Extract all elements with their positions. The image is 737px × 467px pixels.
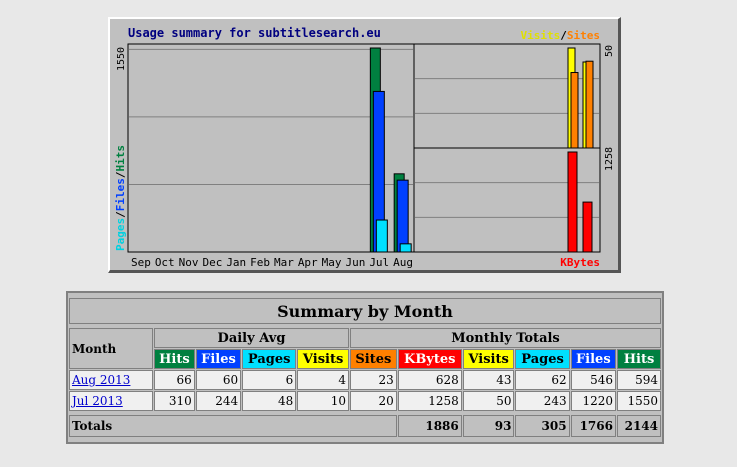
legend-visits: Visits (521, 29, 561, 42)
daily-col-pages: Pages (242, 349, 297, 369)
cell-daily-files: 60 (195, 370, 242, 390)
monthly-col-pages: Pages (515, 349, 570, 369)
cell-daily-hits: 66 (154, 370, 195, 390)
month-column-header: Month (69, 328, 153, 369)
month-tick-labels: Sep Oct Nov Dec Jan Feb Mar Apr May Jun Jul Aug (131, 256, 413, 269)
month-tick-label: Apr (298, 256, 318, 269)
month-tick-label: Nov (179, 256, 199, 269)
table-row: Aug 2013 66 60 6 4 23 628 43 62 546 594 (69, 370, 661, 390)
monthly-col-hits: Hits (616, 349, 661, 369)
cell-daily-visits: 4 (297, 370, 349, 390)
cell-monthly-visits: 50 (462, 391, 515, 411)
month-tick-label: Oct (155, 256, 175, 269)
month-tick-label: Feb (250, 256, 270, 269)
month-tick-label: Aug (393, 256, 413, 269)
files-bar (396, 179, 409, 253)
month-tick-label: Sep (131, 256, 151, 269)
monthly-col-sites: Sites (349, 349, 397, 369)
cell-monthly-kbytes: 1258 (397, 391, 462, 411)
cell-monthly-pages: 243 (515, 391, 570, 411)
monthly-totals-header: Monthly Totals (349, 328, 661, 348)
max-kbytes-label: 1258 (604, 147, 615, 171)
pages-bar (375, 219, 388, 253)
cell-monthly-sites: 20 (349, 391, 397, 411)
sites-bar (585, 60, 594, 149)
kbytes-bar (582, 201, 593, 253)
main-y-legend: Pages/Files/Hits (114, 145, 127, 251)
month-link-jul-2013[interactable]: Jul 2013 (72, 394, 123, 408)
month-link-cell: Jul 2013 (69, 391, 153, 411)
usage-chart-svg: Sep Oct Nov Dec Jan Feb Mar Apr May Jun Jul Aug Usa… (114, 26, 615, 269)
max-visits-label: 50 (604, 45, 615, 57)
daily-avg-header: Daily Avg (154, 328, 349, 348)
cell-daily-hits: 310 (154, 391, 195, 411)
monthly-col-visits: Visits (462, 349, 515, 369)
table-row: Jul 2013 310 244 48 10 20 1258 50 243 12… (69, 391, 661, 411)
cell-monthly-visits: 43 (462, 370, 515, 390)
cell-monthly-kbytes: 628 (397, 370, 462, 390)
monthly-col-kbytes: KBytes (397, 349, 462, 369)
usage-chart: Sep Oct Nov Dec Jan Feb Mar Apr May Jun Jul Aug Usa… (108, 17, 621, 273)
chart-title: Usage summary for subtitlesearch.eu (128, 26, 381, 40)
pages-bar (399, 243, 412, 253)
cell-daily-files: 244 (195, 391, 242, 411)
total-kbytes: 1886 (397, 415, 462, 437)
sites-bar (570, 72, 579, 149)
ylabel-pages: Pages (114, 218, 127, 251)
summary-table: Summary by Month Month Daily Avg Monthly… (66, 291, 664, 444)
cell-daily-visits: 10 (297, 391, 349, 411)
month-tick-label: Jul (369, 256, 389, 269)
month-tick-label: Jan (226, 256, 246, 269)
cell-daily-pages: 48 (242, 391, 297, 411)
cell-monthly-hits: 594 (616, 370, 661, 390)
month-tick-label: Mar (274, 256, 294, 269)
kbytes-bar (567, 151, 578, 253)
max-main-label: 1550 (116, 47, 127, 71)
totals-label: Totals (69, 415, 397, 437)
month-tick-label: Jun (345, 256, 365, 269)
cell-monthly-pages: 62 (515, 370, 570, 390)
month-link-aug-2013[interactable]: Aug 2013 (72, 373, 130, 387)
column-headers-row: Hits Files Pages Visits Sites KBytes Visits Pag… (69, 349, 661, 369)
total-files: 1766 (570, 415, 616, 437)
daily-col-visits: Visits (297, 349, 349, 369)
daily-col-files: Files (195, 349, 242, 369)
cell-monthly-files: 546 (570, 370, 616, 390)
month-link-cell: Aug 2013 (69, 370, 153, 390)
cell-monthly-hits: 1550 (616, 391, 661, 411)
total-pages: 305 (515, 415, 570, 437)
legend-kbytes: KBytes (560, 256, 600, 269)
month-tick-label: Dec (202, 256, 222, 269)
visits-sites-legend: Visits/Sites (521, 29, 601, 42)
month-tick-label: May (322, 256, 342, 269)
total-hits: 2144 (616, 415, 661, 437)
cell-daily-pages: 6 (242, 370, 297, 390)
daily-col-hits: Hits (154, 349, 195, 369)
cell-monthly-files: 1220 (570, 391, 616, 411)
monthly-col-files: Files (570, 349, 616, 369)
ylabel-hits: Hits (114, 145, 127, 172)
ylabel-files: Files (114, 178, 127, 211)
legend-sites: Sites (567, 29, 600, 42)
summary-title: Summary by Month (69, 298, 661, 324)
cell-monthly-sites: 23 (349, 370, 397, 390)
total-visits: 93 (462, 415, 515, 437)
